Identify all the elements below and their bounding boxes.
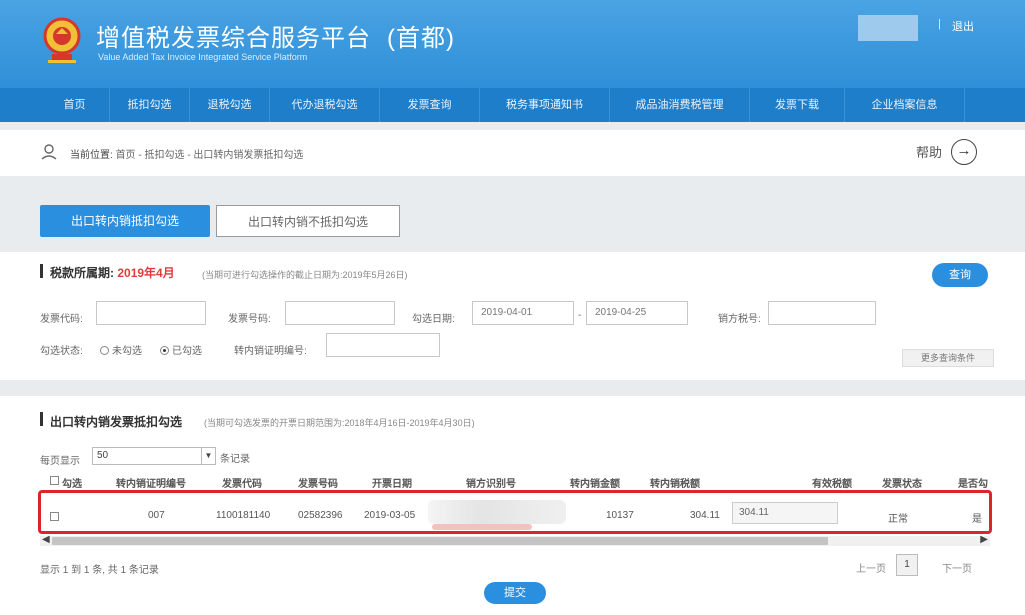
breadcrumb-path: 首页 - 抵扣勾选 - 出口转内销发票抵扣勾选: [115, 150, 304, 161]
period-label: 税款所属期:: [50, 266, 114, 280]
arrow-right-circle-icon[interactable]: →: [951, 139, 977, 165]
date-to-input[interactable]: 2019-04-25: [586, 301, 688, 325]
breadcrumb-label: 当前位置:: [70, 150, 113, 161]
radio-unchecked[interactable]: 未勾选: [100, 342, 142, 357]
tab-export-deduct[interactable]: 出口转内销抵扣勾选: [40, 205, 210, 237]
main-nav: 首页 抵扣勾选 退税勾选 代办退税勾选 发票查询 税务事项通知书 成品油消费税管…: [0, 88, 1025, 122]
scroll-thumb[interactable]: [52, 537, 828, 545]
seller-tax-label: 销方税号:: [718, 314, 761, 325]
chevron-down-icon: ▼: [201, 448, 215, 464]
help-link[interactable]: 帮助: [916, 142, 942, 161]
cell-is-checked: 是: [972, 514, 982, 525]
cell-invoice-no: 02582396: [298, 510, 343, 521]
col-date: 开票日期: [372, 479, 412, 490]
cell-seller-id-redacted: [428, 500, 566, 524]
platform-region: (首都): [387, 25, 455, 52]
cell-status: 正常: [888, 514, 908, 525]
nav-item-agent-refund[interactable]: 代办退税勾选: [270, 88, 380, 122]
section-marker: [40, 264, 43, 278]
current-page-button[interactable]: 1: [896, 554, 918, 576]
radio-unchecked-circle-icon: [100, 346, 109, 355]
nav-item-refund[interactable]: 退税勾选: [190, 88, 270, 122]
col-valid-tax: 有效税额: [812, 479, 852, 490]
platform-title: 增值税发票综合服务平台 (首都): [96, 18, 455, 53]
nav-item-tax-notice[interactable]: 税务事项通知书: [480, 88, 610, 122]
nav-item-company-profile[interactable]: 企业档案信息: [845, 88, 965, 122]
period-title: 税款所属期: 2019年4月: [50, 264, 175, 281]
period-note: (当期可进行勾选操作的截止日期为:2019年5月26日): [202, 270, 408, 280]
cell-cert-no: 007: [148, 510, 165, 521]
cert-number-label: 转内销证明编号:: [234, 346, 307, 357]
nav-item-oil-tax[interactable]: 成品油消费税管理: [610, 88, 750, 122]
prev-page-button[interactable]: 上一页: [856, 560, 886, 575]
breadcrumb: 当前位置: 首页 - 抵扣勾选 - 出口转内销发票抵扣勾选: [70, 146, 303, 161]
col-status: 发票状态: [882, 479, 922, 490]
radio-checked[interactable]: 已勾选: [160, 342, 202, 357]
radio-checked-label: 已勾选: [172, 346, 202, 357]
cell-invoice-code: 1100181140: [216, 510, 271, 521]
redaction-mark: [432, 524, 532, 530]
invoice-number-input[interactable]: [285, 301, 395, 325]
check-date-label: 勾选日期:: [412, 314, 455, 325]
section-marker: [40, 412, 43, 426]
page-size-value: 50: [97, 450, 109, 461]
nav-item-home[interactable]: 首页: [40, 88, 110, 122]
period-value: 2019年4月: [117, 266, 175, 280]
scroll-right-icon[interactable]: ▶: [980, 534, 988, 545]
records-suffix: 条记录: [220, 454, 250, 465]
results-title: 出口转内销发票抵扣勾选: [50, 415, 183, 429]
location-icon: [41, 144, 57, 160]
col-is-checked: 是否勾: [958, 479, 988, 490]
query-button[interactable]: 查询: [932, 263, 988, 287]
cell-tax: 304.11: [690, 510, 720, 521]
more-filters-button[interactable]: 更多查询条件: [902, 349, 994, 367]
page-size-label: 每页显示: [40, 456, 80, 467]
col-invoice-no: 发票号码: [298, 479, 338, 490]
user-name-blurred: [858, 15, 918, 41]
results-note: (当期可勾选发票的开票日期范围为:2018年4月16日-2019年4月30日): [204, 418, 475, 428]
page-size-select[interactable]: 50 ▼: [92, 447, 216, 465]
platform-subtitle: Value Added Tax Invoice Integrated Servi…: [98, 52, 308, 62]
cell-date: 2019-03-05: [364, 510, 416, 521]
radio-unchecked-label: 未勾选: [112, 346, 142, 357]
date-separator: -: [578, 310, 582, 321]
nav-item-download[interactable]: 发票下载: [750, 88, 845, 122]
cell-amount: 10137: [606, 510, 634, 521]
nav-item-invoice-query[interactable]: 发票查询: [380, 88, 480, 122]
radio-checked-circle-icon: [160, 346, 169, 355]
seller-tax-input[interactable]: [768, 301, 876, 325]
horizontal-scrollbar[interactable]: ◀ ▶: [40, 534, 990, 546]
row-checkbox[interactable]: [50, 512, 59, 521]
col-invoice-code: 发票代码: [222, 479, 262, 490]
nav-item-deduction[interactable]: 抵扣勾选: [110, 88, 190, 122]
status-label: 勾选状态:: [40, 346, 83, 357]
select-all-checkbox[interactable]: [50, 476, 59, 485]
header-separator: |: [938, 18, 941, 30]
tab-export-nondeduct[interactable]: 出口转内销不抵扣勾选: [216, 205, 400, 237]
col-tax: 转内销税额: [650, 479, 700, 490]
app-header: 增值税发票综合服务平台 (首都) Value Added Tax Invoice …: [0, 0, 1025, 88]
col-amount: 转内销金额: [570, 479, 620, 490]
national-emblem-icon: [43, 17, 81, 63]
invoice-code-label: 发票代码:: [40, 314, 83, 325]
scroll-left-icon[interactable]: ◀: [42, 534, 50, 545]
logout-link[interactable]: 退出: [952, 18, 974, 34]
pagination-summary: 显示 1 到 1 条, 共 1 条记录: [40, 565, 159, 576]
col-cert-no: 转内销证明编号: [116, 479, 186, 490]
invoice-code-input[interactable]: [96, 301, 206, 325]
breadcrumb-bar: 当前位置: 首页 - 抵扣勾选 - 出口转内销发票抵扣勾选 帮助 →: [0, 130, 1025, 176]
valid-tax-input[interactable]: 304.11: [732, 502, 838, 524]
date-from-input[interactable]: 2019-04-01: [472, 301, 574, 325]
platform-title-text: 增值税发票综合服务平台: [96, 25, 371, 52]
col-seller-id: 销方识别号: [466, 479, 516, 490]
cert-number-input[interactable]: [326, 333, 440, 357]
invoice-number-label: 发票号码:: [228, 314, 271, 325]
submit-button[interactable]: 提交: [484, 582, 546, 604]
next-page-button[interactable]: 下一页: [942, 560, 972, 575]
col-check: 勾选: [62, 479, 82, 490]
